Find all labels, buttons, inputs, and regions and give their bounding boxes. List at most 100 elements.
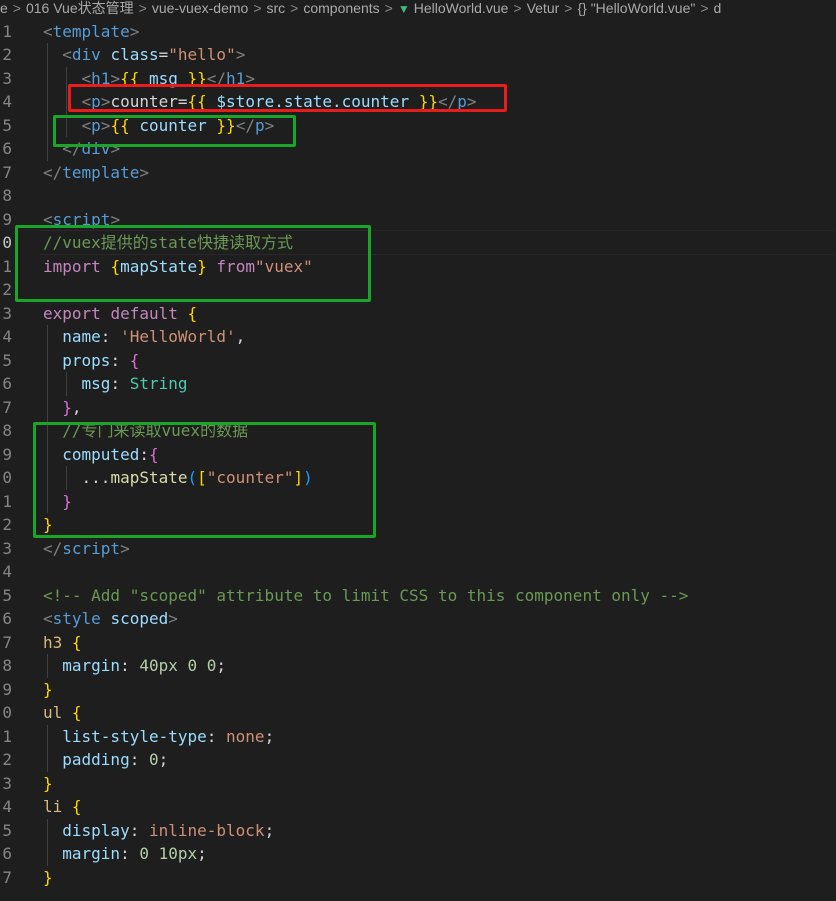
line-number: 0: [2, 703, 12, 722]
code-text: padding: 0;: [43, 748, 168, 772]
code-token: ;: [158, 750, 169, 769]
code-token: 40px 0 0: [139, 656, 217, 675]
code-text: <!-- Add "scoped" attribute to limit CSS…: [43, 584, 688, 608]
breadcrumb-item[interactable]: Vetur: [527, 0, 560, 16]
code-token: h3: [43, 632, 63, 652]
code-token: :: [100, 327, 121, 346]
code-line[interactable]: 0 ul {: [0, 701, 836, 725]
code-token: ,: [71, 397, 82, 417]
code-token: <!-- Add "scoped" attribute to limit CSS…: [43, 585, 689, 605]
line-number: 9: [2, 679, 12, 699]
chevron-right-icon: >: [253, 0, 262, 16]
line-number: 7: [2, 867, 12, 887]
code-token: ;: [197, 844, 207, 863]
code-line[interactable]: 3 </script>: [0, 537, 836, 561]
line-number: 2: [2, 750, 12, 769]
chevron-right-icon: >: [12, 0, 21, 16]
breadcrumb-item[interactable]: vue-vuex-demo: [152, 0, 249, 16]
code-line[interactable]: 6 <style scoped>: [0, 607, 836, 631]
code-token: margin: [62, 656, 121, 675]
code-token: scoped: [110, 609, 169, 628]
code-line[interactable]: 5 <!-- Add "scoped" attribute to limit CS…: [0, 584, 836, 608]
green-highlight-box: [15, 225, 371, 302]
line-number: 1: [2, 21, 12, 41]
code-token: :: [120, 656, 140, 675]
code-token: :: [206, 726, 227, 746]
code-line[interactable]: 8: [0, 184, 836, 208]
code-token: }: [43, 679, 53, 699]
code-token: template: [52, 21, 130, 41]
line-number: 3: [2, 68, 12, 88]
code-line[interactable]: 3}: [0, 772, 836, 796]
line-number: 3: [2, 773, 12, 793]
line-number: 8: [2, 421, 12, 440]
code-token: <: [43, 609, 53, 628]
code-token: String: [129, 374, 188, 393]
code-token: }: [43, 773, 53, 793]
breadcrumb-item[interactable]: 016 Vue状态管理: [26, 0, 134, 16]
code-token: name: [62, 327, 101, 346]
code-line[interactable]: 1 list-style-type: none;: [0, 725, 836, 749]
code-line[interactable]: 6 margin: 0 10px;: [0, 842, 836, 866]
code-line[interactable]: 6 msg: String: [0, 372, 836, 396]
code-line[interactable]: 7 h3 {: [0, 631, 836, 655]
line-number: 6: [2, 844, 12, 863]
code-line[interactable]: 7 </template>: [0, 161, 836, 185]
line-number: 3: [2, 538, 12, 558]
code-token: >: [235, 45, 246, 64]
code-text: </template>: [43, 161, 149, 185]
code-token: {: [129, 350, 140, 370]
line-number: 1: [2, 491, 12, 511]
code-token: 0 10px: [139, 844, 198, 863]
breadcrumb-item[interactable]: src: [267, 0, 286, 16]
code-line[interactable]: 8 margin: 40px 0 0;: [0, 654, 836, 678]
line-number: 5: [2, 350, 12, 370]
code-token: ul: [43, 703, 63, 722]
line-number: 9: [2, 444, 12, 464]
code-line[interactable]: 4 name: 'HelloWorld',: [0, 325, 836, 349]
breadcrumb-item[interactable]: {} "HelloWorld.vue": [577, 0, 695, 16]
code-line[interactable]: 4: [0, 560, 836, 584]
green-highlight-box: [53, 115, 296, 147]
code-text: }: [43, 772, 53, 796]
code-token: msg: [81, 374, 111, 393]
code-text: margin: 40px 0 0;: [43, 654, 226, 678]
code-line[interactable]: 2 <div class="hello">: [0, 43, 836, 67]
line-number: 6: [2, 139, 12, 158]
code-line[interactable]: 7}: [0, 866, 836, 890]
code-line[interactable]: 2 padding: 0;: [0, 748, 836, 772]
code-text: li {: [43, 795, 82, 819]
code-token: {: [187, 303, 198, 323]
line-number: 1: [2, 256, 12, 276]
code-text: props: {: [43, 349, 139, 373]
breadcrumb-item[interactable]: d: [714, 0, 722, 16]
code-line[interactable]: 1 <template>: [0, 20, 836, 44]
code-line[interactable]: 4 li {: [0, 795, 836, 819]
line-number: 4: [2, 92, 12, 111]
line-number: 8: [2, 656, 12, 675]
breadcrumb-item[interactable]: e: [0, 0, 8, 16]
breadcrumb-item[interactable]: HelloWorld.vue: [414, 0, 509, 16]
code-line[interactable]: 5 display: inline-block;: [0, 819, 836, 843]
code-token: export: [43, 303, 101, 323]
code-token: :: [120, 844, 140, 863]
breadcrumb-item[interactable]: components: [303, 0, 379, 16]
code-token: >: [168, 609, 178, 628]
code-token: :: [110, 350, 130, 370]
code-text: <template>: [43, 20, 139, 44]
code-line[interactable]: 7 },: [0, 396, 836, 420]
code-token: {: [71, 703, 82, 722]
code-line[interactable]: 3 export default {: [0, 302, 836, 326]
code-line[interactable]: 9}: [0, 678, 836, 702]
code-token: <: [43, 21, 53, 41]
line-number: 5: [2, 820, 12, 840]
code-line[interactable]: 5 props: {: [0, 349, 836, 373]
